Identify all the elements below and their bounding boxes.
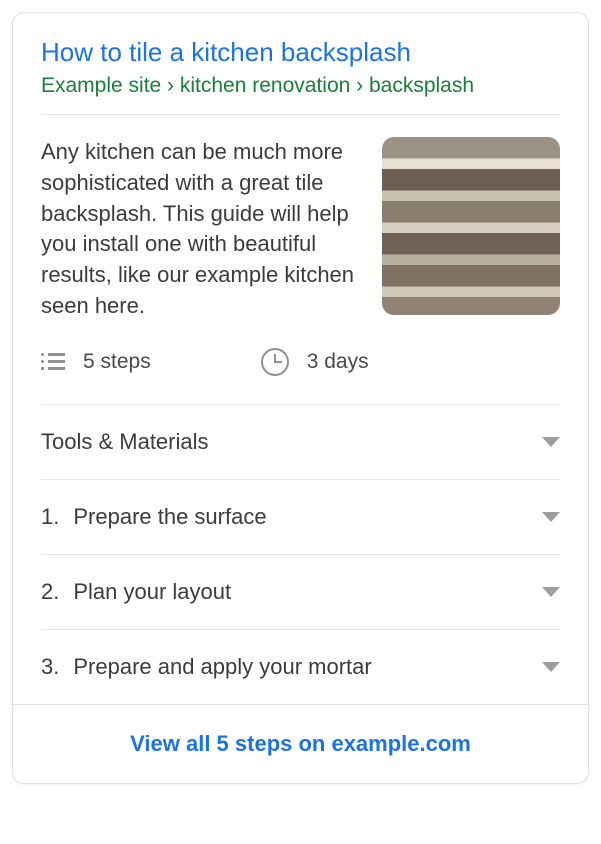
steps-count: 5 steps (83, 350, 151, 374)
step-number: 1. (41, 504, 59, 530)
result-card: How to tile a kitchen backsplash Example… (12, 12, 589, 784)
tools-section[interactable]: Tools & Materials (41, 404, 560, 479)
duration-meta: 3 days (261, 348, 369, 376)
chevron-down-icon (542, 512, 560, 522)
step-number: 3. (41, 654, 59, 680)
view-all-link[interactable]: View all 5 steps on example.com (130, 731, 471, 756)
chevron-down-icon (542, 662, 560, 672)
step-label: Prepare the surface (73, 504, 266, 530)
step-row-1[interactable]: 1. Prepare the surface (41, 479, 560, 554)
list-icon (41, 352, 65, 372)
breadcrumb[interactable]: Example site › kitchen renovation › back… (41, 74, 560, 98)
step-number: 2. (41, 579, 59, 605)
clock-icon (261, 348, 289, 376)
chevron-down-icon (542, 587, 560, 597)
step-row-3[interactable]: 3. Prepare and apply your mortar (41, 629, 560, 704)
meta-row: 5 steps 3 days (13, 326, 588, 404)
card-header: How to tile a kitchen backsplash Example… (13, 13, 588, 114)
step-label: Plan your layout (73, 579, 231, 605)
content-row: Any kitchen can be much more sophisticat… (13, 115, 588, 326)
card-footer: View all 5 steps on example.com (13, 704, 588, 783)
description-text: Any kitchen can be much more sophisticat… (41, 137, 362, 322)
step-row-2[interactable]: 2. Plan your layout (41, 554, 560, 629)
chevron-down-icon (542, 437, 560, 447)
step-label: Prepare and apply your mortar (73, 654, 371, 680)
steps-meta: 5 steps (41, 350, 151, 374)
tools-label: Tools & Materials (41, 429, 209, 455)
result-title[interactable]: How to tile a kitchen backsplash (41, 37, 560, 68)
duration-text: 3 days (307, 350, 369, 374)
thumbnail-image[interactable] (382, 137, 560, 315)
